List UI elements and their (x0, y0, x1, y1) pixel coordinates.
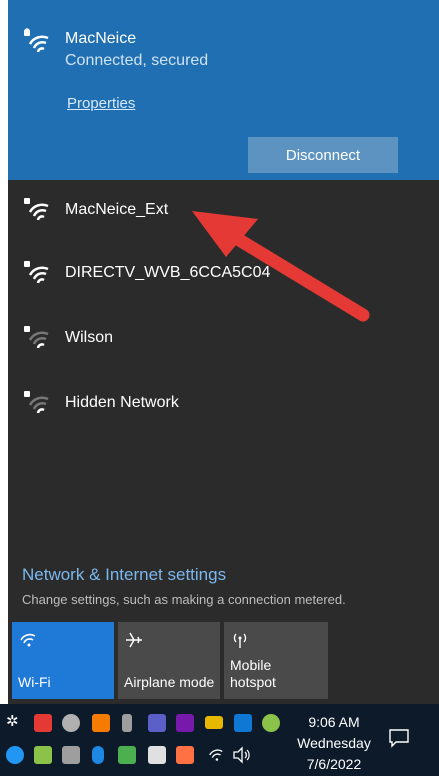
notification-icon[interactable] (388, 728, 410, 748)
connected-network-status: Connected, secured (65, 52, 209, 69)
wifi-secured-icon (24, 198, 49, 221)
wifi-secured-weak-icon (24, 326, 49, 349)
tile-label: Mobile hotspot (230, 657, 276, 690)
clock-date: 7/6/2022 (306, 756, 362, 772)
mail-icon[interactable] (205, 716, 223, 729)
system-clock[interactable]: 9:06 AM Wednesday 7/6/2022 (284, 712, 384, 775)
app-icon[interactable] (92, 714, 110, 732)
bluetooth-icon[interactable] (92, 746, 104, 764)
wifi-secured-weak-icon (24, 391, 49, 414)
teams-icon[interactable] (148, 714, 166, 732)
app-icon[interactable] (6, 746, 24, 764)
connected-network-panel[interactable]: MacNeice Connected, secured Properties D… (8, 0, 439, 180)
outlook-icon[interactable] (234, 714, 252, 732)
app-icon[interactable] (62, 746, 80, 764)
airplane-mode-tile[interactable]: Airplane mode (118, 622, 220, 699)
app-icon[interactable] (62, 714, 80, 732)
snagit-icon[interactable] (34, 714, 52, 732)
airplane-icon (126, 632, 142, 648)
volume-app-icon[interactable] (176, 746, 194, 764)
disconnect-button[interactable]: Disconnect (248, 137, 398, 173)
clock-time: 9:06 AM (308, 714, 360, 730)
properties-link[interactable]: Properties (67, 95, 135, 112)
wifi-flyout: MacNeice Connected, secured Properties D… (8, 0, 439, 704)
network-name: Wilson (65, 329, 114, 346)
hotspot-icon (233, 633, 247, 648)
onenote-icon[interactable] (176, 714, 194, 732)
app-icon[interactable] (34, 746, 52, 764)
wifi-toggle-tile[interactable]: Wi-Fi (12, 622, 114, 699)
red-arrow-annotation (192, 211, 370, 322)
network-settings-link[interactable]: Network & Internet settings (22, 565, 226, 585)
usb-icon[interactable] (122, 714, 132, 732)
mobile-hotspot-tile[interactable]: Mobile hotspot (224, 622, 328, 699)
nvidia-icon[interactable] (118, 746, 136, 764)
settings-icon[interactable]: ✲ (6, 714, 22, 730)
wifi-secured-icon (24, 28, 49, 53)
network-name: MacNeice_Ext (65, 201, 169, 218)
connected-network-name: MacNeice (65, 30, 137, 47)
security-icon[interactable] (148, 746, 166, 764)
tile-label: Wi-Fi (18, 674, 51, 690)
wifi-secured-icon (24, 261, 49, 284)
speaker-icon[interactable] (232, 746, 252, 764)
network-settings-description: Change settings, such as making a connec… (22, 592, 346, 607)
wifi-icon (20, 633, 36, 647)
network-item-hidden[interactable]: Hidden Network (8, 375, 439, 435)
tile-label: Airplane mode (124, 674, 215, 690)
network-name: Hidden Network (65, 394, 179, 411)
wifi-tray-icon[interactable] (207, 746, 225, 764)
app-icon[interactable] (262, 714, 280, 732)
clock-day: Wednesday (297, 735, 371, 751)
